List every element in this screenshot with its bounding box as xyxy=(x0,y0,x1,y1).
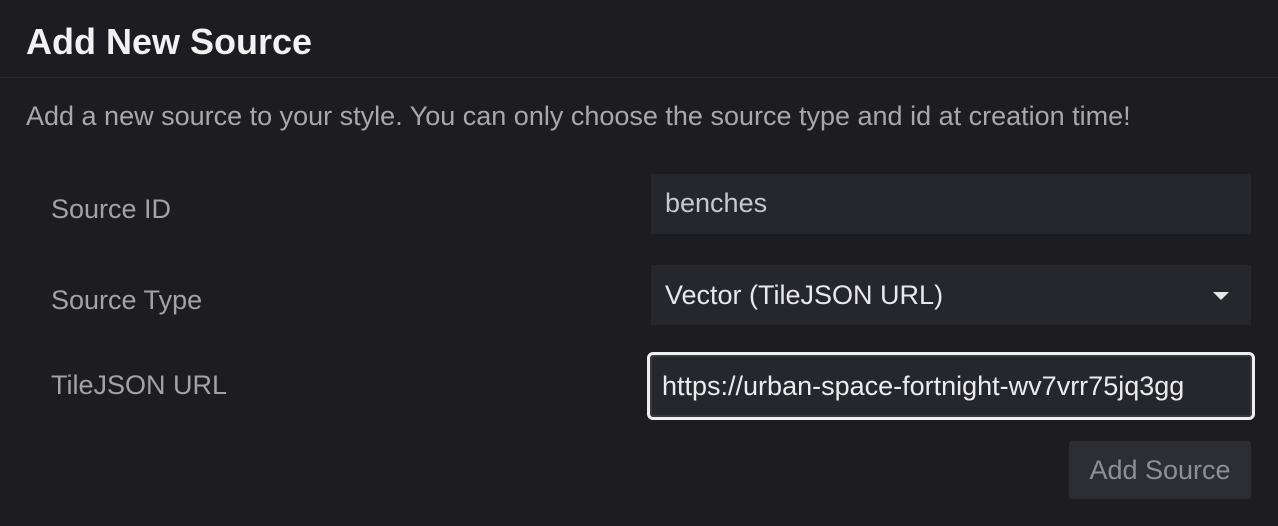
tilejson-url-input[interactable]: https://urban-space-fortnight-wv7vrr75jq… xyxy=(647,352,1255,420)
tilejson-url-label: TileJSON URL xyxy=(51,370,228,400)
source-type-label: Source Type xyxy=(51,285,203,315)
source-type-select[interactable]: Vector (TileJSON URL) xyxy=(651,265,1251,325)
source-id-input[interactable]: benches xyxy=(651,174,1251,234)
modal-title: Add New Source xyxy=(26,21,313,62)
modal-description: Add a new source to your style. You can … xyxy=(26,101,1131,131)
add-source-modal: Add New Source Add a new source to your … xyxy=(0,0,1278,526)
add-source-button[interactable]: Add Source xyxy=(1069,441,1251,499)
caret-down-icon xyxy=(1213,292,1229,300)
source-id-label: Source ID xyxy=(51,194,172,224)
source-type-selected-value: Vector (TileJSON URL) xyxy=(665,280,944,310)
source-id-value: benches xyxy=(665,188,768,218)
tilejson-url-value: https://urban-space-fortnight-wv7vrr75jq… xyxy=(662,371,1185,401)
title-divider xyxy=(0,77,1278,78)
